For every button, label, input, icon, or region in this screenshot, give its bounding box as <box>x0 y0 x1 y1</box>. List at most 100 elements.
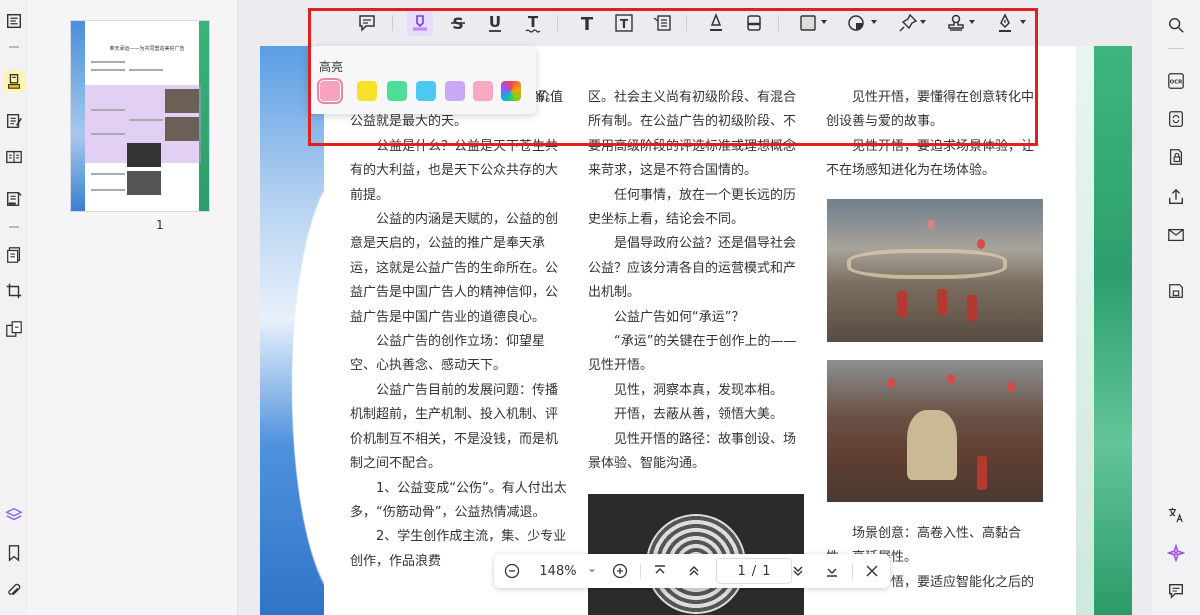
eraser-icon[interactable] <box>741 10 767 36</box>
reader-mode-icon[interactable] <box>3 10 25 32</box>
paragraph: 见性，洞察本真，发现本相。 <box>614 382 784 398</box>
ai-assistant-icon[interactable] <box>1165 542 1187 564</box>
bookmark-icon[interactable] <box>3 542 25 564</box>
zoom-out-icon[interactable] <box>502 560 522 582</box>
thumbnail-page-number: 1 <box>156 218 164 232</box>
pdf-page: 最大的理解，也是最有担当的理解。公益就是最大的天。公益是什么？公益是天下苍生共有… <box>260 46 1132 615</box>
search-icon[interactable] <box>1165 14 1187 36</box>
text-column-3-top: 见性开悟，要懂得在创意转化中创设善与爱的故事。 见性开悟，要追求场景体验，让不在场… <box>826 86 1044 184</box>
divider <box>9 46 19 48</box>
paragraph: 见性开悟的路径：故事创设、场景体验、智能沟通。 <box>588 431 797 472</box>
color-swatch-green[interactable] <box>387 81 407 101</box>
sticker-icon[interactable] <box>843 10 869 36</box>
previous-page-icon[interactable] <box>684 560 704 582</box>
zoom-in-icon[interactable] <box>610 560 630 582</box>
convert-icon[interactable] <box>1165 108 1187 130</box>
crop-icon[interactable] <box>3 280 25 302</box>
save-icon[interactable] <box>1165 280 1187 302</box>
next-page-icon[interactable] <box>788 560 808 582</box>
page-organize-icon[interactable] <box>3 146 25 168</box>
right-toolbar: OCR <box>1152 0 1200 615</box>
text-column-2: 区。社会主义尚有初级阶段、有混合所有制。在公益广告的初级阶段、不要用高级阶段的评… <box>588 86 808 477</box>
comments-list-icon[interactable] <box>1165 580 1187 602</box>
thumbnail-title: 奉天承运——为共同塑造美好广告 <box>109 46 185 52</box>
popup-title: 高亮 <box>319 60 344 74</box>
signature-dropdown-icon[interactable] <box>1020 20 1026 24</box>
page-separator: / <box>751 563 757 579</box>
strikethrough-icon[interactable]: S <box>445 10 471 36</box>
stamp-icon[interactable] <box>943 10 969 36</box>
protect-icon[interactable] <box>1165 146 1187 168</box>
pin-dropdown-icon[interactable] <box>920 20 926 24</box>
last-page-icon[interactable] <box>822 560 842 582</box>
paragraph: 公益是什么？公益是天下苍生共有的大利益，也是天下公众共存的大前提。 <box>350 138 559 203</box>
shape-dropdown-icon[interactable] <box>821 20 827 24</box>
underline-icon[interactable]: U <box>482 10 508 36</box>
paragraph: 任何事情，放在一个更长远的历史坐标上看，结论会不同。 <box>588 187 797 228</box>
comment-mode-icon[interactable] <box>3 70 25 92</box>
svg-text:T: T <box>620 17 629 31</box>
signature-icon[interactable] <box>992 10 1018 36</box>
svg-text:T: T <box>528 13 539 31</box>
highlight-icon[interactable] <box>407 10 433 36</box>
partial-text: 价值 <box>537 90 564 105</box>
ocr-pages-icon[interactable] <box>3 244 25 266</box>
paragraph: 开悟，去蔽从善，领悟大美。 <box>614 407 784 423</box>
paragraph: 见性开悟，要追求场景体验，让不在场感知进化为在场体验。 <box>826 138 1035 179</box>
paragraph: 公益广告如何“承运”？ <box>614 309 745 325</box>
total-pages: 1 <box>762 563 771 579</box>
divider <box>9 226 19 228</box>
zoom-bar: 148% 1 / 1 <box>494 554 890 588</box>
layers-icon[interactable] <box>3 504 25 526</box>
pencil-icon[interactable] <box>703 10 729 36</box>
thumbnail-panel: 奉天承运——为共同塑造美好广告 1 <box>28 0 238 615</box>
comment-icon[interactable] <box>354 10 380 36</box>
share-icon[interactable] <box>1165 186 1187 208</box>
photo-dragon-dance <box>827 199 1043 342</box>
email-icon[interactable] <box>1165 224 1187 246</box>
photo-lion-dance <box>827 360 1043 502</box>
stamp-dropdown-icon[interactable] <box>969 20 975 24</box>
color-swatch-custom[interactable] <box>501 81 521 101</box>
page-indicator[interactable]: 1 / 1 <box>716 558 792 584</box>
page-thumbnail[interactable]: 奉天承运——为共同塑造美好广告 <box>70 20 210 212</box>
paragraph: 区。社会主义尚有初级阶段、有混合所有制。在公益广告的初级阶段、不要用高级阶段的评… <box>588 90 797 179</box>
sticker-dropdown-icon[interactable] <box>871 20 877 24</box>
edit-pdf-icon[interactable] <box>3 110 25 132</box>
zoom-dropdown-icon[interactable] <box>586 560 598 582</box>
text-column-1: 最大的理解，也是最有担当的理解。公益就是最大的天。公益是什么？公益是天下苍生共有… <box>350 86 570 574</box>
svg-text:U: U <box>489 13 501 31</box>
paragraph: 公益广告的创作立场：仰望星空、心执善念、感动天下。 <box>350 334 546 374</box>
color-swatch-purple[interactable] <box>445 81 465 101</box>
svg-text:T: T <box>581 14 594 33</box>
textbox-icon[interactable]: T <box>611 10 637 36</box>
compare-icon[interactable] <box>3 318 25 340</box>
paragraph: 公益广告目前的发展问题：传播机制超前，生产机制、投入机制、评价机制互不相关，不是… <box>350 382 559 472</box>
translate-icon[interactable] <box>1165 504 1187 526</box>
page-bg-green <box>1094 46 1132 615</box>
color-swatch-pink-selected[interactable] <box>317 78 343 104</box>
text-callout-icon[interactable] <box>649 10 675 36</box>
paragraph: 1、公益变成“公伤”。有人付出太多，“伤筋动骨”，公益热情减退。 <box>350 480 567 520</box>
paragraph: 是倡导政府公益？还是倡导社会公益？应该分清各自的运营模式和产出机制。 <box>588 236 797 301</box>
shape-icon[interactable] <box>795 10 821 36</box>
paragraph: 见性开悟，要懂得在创意转化中创设善与爱的故事。 <box>826 90 1035 130</box>
zoom-level[interactable]: 148% <box>534 560 582 582</box>
color-swatch-yellow[interactable] <box>357 81 377 101</box>
ocr-icon[interactable]: OCR <box>1165 70 1187 92</box>
color-swatch-pink[interactable] <box>473 81 493 101</box>
paragraph: “承运”的关键在于创作上的——见性开悟。 <box>588 334 797 374</box>
svg-text:OCR: OCR <box>1170 80 1184 86</box>
left-toolbar <box>0 0 28 615</box>
current-page: 1 <box>737 563 746 579</box>
squiggly-icon[interactable]: T <box>520 10 546 36</box>
highlight-color-popup: 高亮 <box>308 46 536 114</box>
paragraph: 公益的内涵是天赋的，公益的创意是天启的，公益的推广是奉天承运，这就是公益广告的生… <box>350 212 559 325</box>
attachment-icon[interactable] <box>3 580 25 602</box>
form-icon[interactable] <box>3 188 25 210</box>
first-page-icon[interactable] <box>650 560 670 582</box>
color-swatch-blue[interactable] <box>416 81 436 101</box>
close-icon[interactable] <box>862 560 882 582</box>
text-icon[interactable]: T <box>574 10 600 36</box>
pin-icon[interactable] <box>895 10 921 36</box>
